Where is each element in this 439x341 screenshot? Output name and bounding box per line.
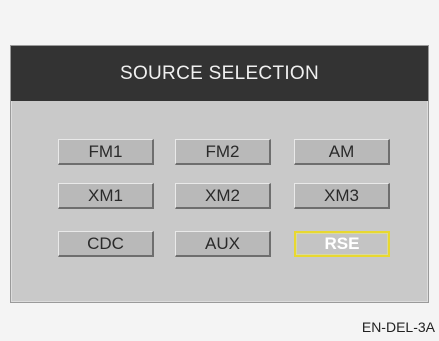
source-button-xm2[interactable]: XM2: [175, 183, 271, 209]
source-button-fm2[interactable]: FM2: [175, 139, 271, 165]
source-button-xm3[interactable]: XM3: [294, 183, 390, 209]
figure-caption: EN-DEL-3A: [361, 319, 435, 335]
source-button-rse[interactable]: RSE: [294, 231, 390, 257]
source-button-cdc[interactable]: CDC: [58, 231, 154, 257]
source-button-xm1[interactable]: XM1: [58, 183, 154, 209]
source-button-am[interactable]: AM: [294, 139, 390, 165]
source-button-grid: FM1 FM2 AM XM1 XM2 XM3 CDC AUX RSE: [11, 46, 428, 302]
source-selection-panel: SOURCE SELECTION FM1 FM2 AM XM1 XM2 XM3 …: [10, 45, 429, 303]
source-button-fm1[interactable]: FM1: [58, 139, 154, 165]
source-button-aux[interactable]: AUX: [175, 231, 271, 257]
